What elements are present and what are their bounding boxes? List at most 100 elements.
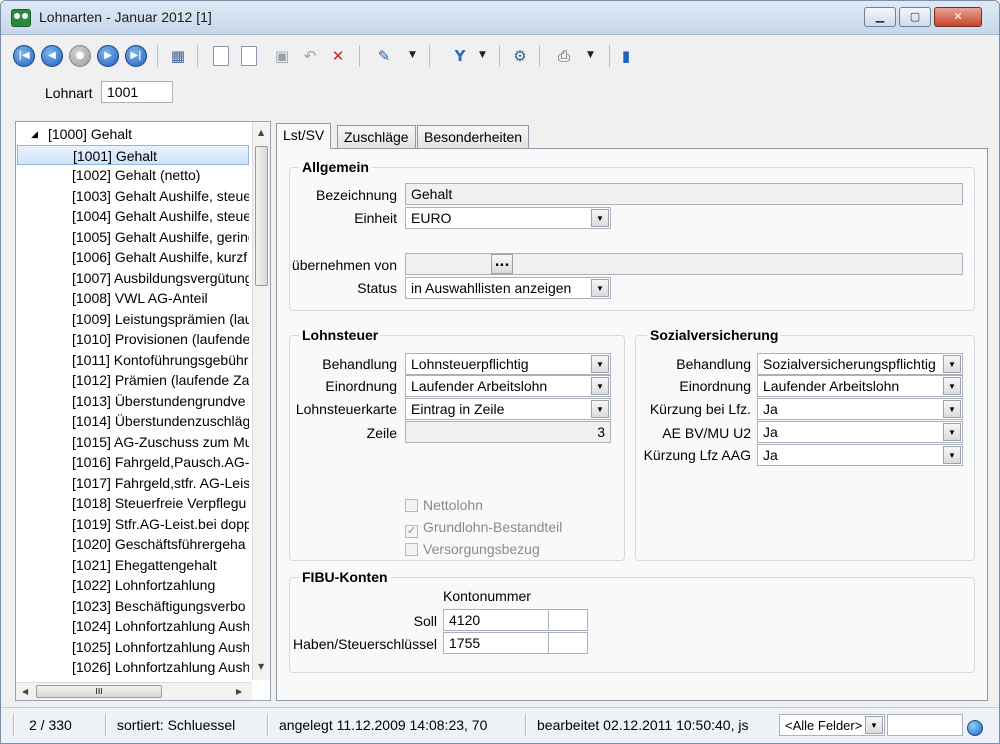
tree-item[interactable]: [1025] Lohnfortzahlung Aush	[17, 637, 249, 657]
collapse-triangle-icon[interactable]: ◢	[31, 124, 38, 144]
pin-dropdown-icon[interactable]: ▼	[409, 50, 416, 60]
tab-lst-sv[interactable]: Lst/SV	[276, 123, 332, 149]
versorgungsbezug-checkbox[interactable]: Versorgungsbezug	[405, 541, 540, 557]
scroll-up-arrow-icon[interactable]: ▲	[258, 128, 264, 137]
previous-record-icon[interactable]: ◀	[41, 45, 63, 67]
uebernehmen-browse-button[interactable]: ...	[491, 254, 513, 274]
chevron-down-icon[interactable]: ▼	[943, 377, 961, 395]
zeile-field[interactable]: 3	[405, 421, 611, 443]
book-icon[interactable]: ▮	[615, 45, 637, 67]
search-input[interactable]	[887, 714, 963, 736]
settings-window-icon[interactable]: ⚙	[509, 45, 531, 67]
einheit-select[interactable]: EURO ▼	[405, 207, 611, 229]
field-filter-select[interactable]: <Alle Felder> ▼	[779, 714, 885, 736]
chevron-down-icon[interactable]: ▼	[591, 209, 609, 227]
kuerzung-lfz-select[interactable]: Ja ▼	[757, 398, 963, 420]
tree-item[interactable]: [1023] Beschäftigungsverbo	[17, 596, 249, 616]
chevron-down-icon[interactable]: ▼	[943, 355, 961, 373]
print-icon[interactable]: ⎙	[553, 45, 575, 67]
globe-icon[interactable]	[967, 720, 983, 736]
tree-item[interactable]: [1013] Überstundengrundve	[17, 391, 249, 411]
tree-item[interactable]: [1022] Lohnfortzahlung	[17, 575, 249, 595]
tree-item[interactable]: [1014] Überstundenzuschläg	[17, 411, 249, 431]
chevron-down-icon[interactable]: ▼	[943, 446, 961, 464]
tree-horizontal-scrollbar[interactable]: ◀ III ▶	[16, 682, 252, 700]
tree-item[interactable]: [1026] Lohnfortzahlung Aush	[17, 657, 249, 677]
pin-icon[interactable]: ✎	[373, 45, 395, 67]
tree-item[interactable]: [1020] Geschäftsführergeha	[17, 534, 249, 554]
tree-item[interactable]: [1006] Gehalt Aushilfe, kurzf	[17, 247, 249, 267]
new-document-icon[interactable]	[213, 46, 229, 66]
first-record-icon[interactable]: |◀	[13, 45, 35, 67]
tree-item[interactable]: [1007] Ausbildungsvergütung	[17, 268, 249, 288]
stop-icon[interactable]: ●	[69, 45, 91, 67]
bezeichnung-field[interactable]: Gehalt	[405, 183, 963, 205]
close-button[interactable]: ✕	[934, 7, 982, 27]
tree-item[interactable]: [1015] AG-Zuschuss zum Mu	[17, 432, 249, 452]
status-select[interactable]: in Auswahllisten anzeigen ▼	[405, 277, 611, 299]
tab-zuschlaege[interactable]: Zuschläge	[337, 125, 416, 148]
filter-icon[interactable]: Y	[449, 45, 471, 67]
ls-einordnung-select[interactable]: Laufender Arbeitslohn ▼	[405, 375, 611, 397]
tree-item[interactable]: [1017] Fahrgeld,stfr. AG-Leis	[17, 473, 249, 493]
lohnart-input[interactable]: 1001	[101, 81, 173, 103]
filter-dropdown-icon[interactable]: ▼	[479, 50, 486, 60]
tree-item[interactable]: [1005] Gehalt Aushilfe, gering	[17, 227, 249, 247]
tree-item[interactable]: [1012] Prämien (laufende Za	[17, 370, 249, 390]
tree-item[interactable]: [1019] Stfr.AG-Leist.bei dopp	[17, 514, 249, 534]
chevron-down-icon[interactable]: ▼	[591, 400, 609, 418]
tree-item[interactable]: [1004] Gehalt Aushilfe, steuer	[17, 206, 249, 226]
sozialversicherung-title: Sozialversicherung	[647, 327, 782, 343]
chevron-down-icon[interactable]: ▼	[943, 423, 961, 441]
tree-item[interactable]: [1003] Gehalt Aushilfe, steuer	[17, 186, 249, 206]
tree-item[interactable]: [1016] Fahrgeld,Pausch.AG-	[17, 452, 249, 472]
last-record-icon[interactable]: ▶|	[125, 45, 147, 67]
haben-input[interactable]: 1755	[443, 632, 549, 654]
scroll-right-arrow-icon[interactable]: ▶	[236, 687, 242, 696]
tree-vertical-scrollbar[interactable]: ▲ ▼	[252, 122, 270, 680]
scroll-left-arrow-icon[interactable]: ◀	[22, 687, 28, 696]
tree-item[interactable]: [1018] Steuerfreie Verpflegu	[17, 493, 249, 513]
scroll-down-arrow-icon[interactable]: ▼	[258, 662, 264, 671]
tab-besonderheiten[interactable]: Besonderheiten	[417, 125, 530, 148]
ae-bv-mu-select[interactable]: Ja ▼	[757, 421, 963, 443]
chevron-down-icon[interactable]: ▼	[943, 400, 961, 418]
lohnart-tree[interactable]: ◢ [1000] Gehalt [1001] Gehalt [1002] Geh…	[15, 121, 271, 701]
horizontal-scroll-thumb[interactable]: III	[36, 685, 162, 698]
print-dropdown-icon[interactable]: ▼	[587, 50, 594, 60]
chevron-down-icon[interactable]: ▼	[591, 377, 609, 395]
next-record-icon[interactable]: ▶	[97, 45, 119, 67]
lohnsteuerkarte-select[interactable]: Eintrag in Zeile ▼	[405, 398, 611, 420]
delete-icon[interactable]: ✕	[327, 45, 349, 67]
chevron-down-icon[interactable]: ▼	[591, 355, 609, 373]
nettolohn-checkbox[interactable]: Nettolohn	[405, 497, 483, 513]
copy-document-icon[interactable]	[241, 46, 257, 66]
chevron-down-icon[interactable]: ▼	[865, 716, 883, 734]
sv-behandlung-select[interactable]: Sozialversicherungspflichtig ▼	[757, 353, 963, 375]
table-view-icon[interactable]: ▦	[167, 45, 189, 67]
chevron-down-icon[interactable]: ▼	[591, 279, 609, 297]
maximize-button[interactable]: ▢	[899, 7, 931, 27]
tree-item[interactable]: [1008] VWL AG-Anteil	[17, 288, 249, 308]
haben-extra-input[interactable]	[548, 632, 588, 654]
ls-behandlung-select[interactable]: Lohnsteuerpflichtig ▼	[405, 353, 611, 375]
minimize-button[interactable]: ▁	[864, 7, 896, 27]
tree-item[interactable]: [1010] Provisionen (laufende	[17, 329, 249, 349]
tree-item[interactable]: [1001] Gehalt	[17, 145, 249, 165]
tree-item[interactable]: [1009] Leistungsprämien (lau	[17, 309, 249, 329]
tree-item[interactable]: [1024] Lohnfortzahlung Aush	[17, 616, 249, 636]
tree-item[interactable]: [1021] Ehegattengehalt	[17, 555, 249, 575]
undo-icon[interactable]: ↶	[299, 45, 321, 67]
uebernehmen-field[interactable]	[405, 253, 963, 275]
haben-label: Haben/Steuerschlüssel	[293, 636, 437, 652]
sv-einordnung-select[interactable]: Laufender Arbeitslohn ▼	[757, 375, 963, 397]
vertical-scroll-thumb[interactable]	[255, 146, 268, 286]
soll-extra-input[interactable]	[548, 609, 588, 631]
tree-root-node[interactable]: ◢ [1000] Gehalt	[17, 124, 249, 144]
soll-input[interactable]: 4120	[443, 609, 549, 631]
tree-item[interactable]: [1002] Gehalt (netto)	[17, 165, 249, 185]
grundlohn-checkbox[interactable]: ✓ Grundlohn-Bestandteil	[405, 519, 562, 538]
tree-item[interactable]: [1011] Kontoführungsgebühr	[17, 350, 249, 370]
save-icon[interactable]: ▣	[271, 45, 293, 67]
kuerzung-aag-select[interactable]: Ja ▼	[757, 444, 963, 466]
